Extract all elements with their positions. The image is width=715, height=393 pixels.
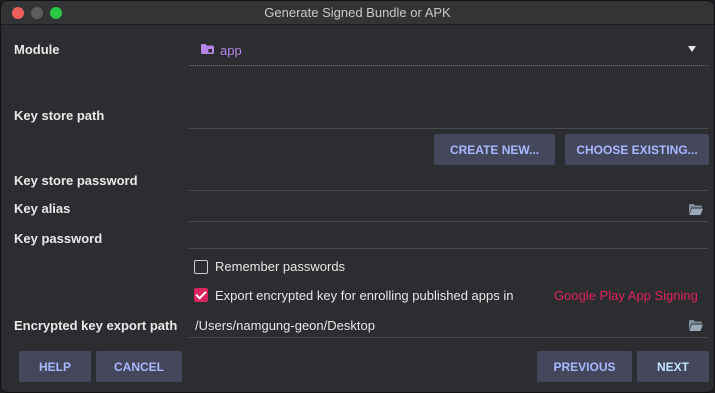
remember-passwords-checkbox[interactable] — [194, 260, 208, 274]
key-alias-label: Key alias — [14, 201, 71, 216]
module-label: Module — [14, 42, 60, 57]
window-title: Generate Signed Bundle or APK — [264, 5, 451, 20]
open-folder-icon[interactable] — [689, 204, 703, 215]
folder-icon — [201, 44, 214, 54]
key-password-label: Key password — [14, 231, 103, 246]
google-play-app-signing-link[interactable]: Google Play App Signing — [554, 288, 698, 303]
open-folder-icon[interactable] — [689, 320, 703, 331]
module-select[interactable]: app — [189, 37, 708, 65]
key-store-path-underline — [189, 128, 708, 129]
key-alias-underline — [189, 221, 708, 222]
key-password-field[interactable] — [189, 227, 708, 247]
module-underline — [189, 65, 708, 66]
key-password-underline — [189, 248, 708, 249]
key-store-path-label: Key store path — [14, 108, 105, 123]
dialog-window: Generate Signed Bundle or APK Module app… — [0, 0, 715, 393]
key-store-password-field[interactable] — [189, 169, 708, 189]
export-path-field[interactable]: /Users/namgung-geon/Desktop — [195, 318, 375, 333]
key-alias-field[interactable] — [189, 197, 684, 219]
choose-existing-button[interactable]: CHOOSE EXISTING... — [565, 134, 709, 165]
key-store-password-label: Key store password — [14, 173, 138, 188]
help-button[interactable]: HELP — [19, 351, 91, 382]
cancel-button[interactable]: CANCEL — [96, 351, 182, 382]
remember-passwords-label[interactable]: Remember passwords — [215, 259, 345, 274]
title-bar: Generate Signed Bundle or APK — [1, 1, 714, 25]
key-store-password-underline — [189, 190, 708, 191]
key-store-path-field[interactable] — [189, 97, 708, 127]
create-new-button[interactable]: CREATE NEW... — [434, 134, 555, 165]
export-encrypted-key-checkbox[interactable] — [194, 288, 208, 302]
next-button[interactable]: NEXT — [637, 351, 709, 382]
export-path-label: Encrypted key export path — [14, 318, 178, 333]
export-path-underline — [189, 337, 708, 338]
export-encrypted-key-label[interactable]: Export encrypted key for enrolling publi… — [215, 288, 513, 303]
chevron-down-icon — [688, 46, 696, 52]
previous-button[interactable]: PREVIOUS — [537, 351, 632, 382]
module-value: app — [220, 43, 242, 58]
